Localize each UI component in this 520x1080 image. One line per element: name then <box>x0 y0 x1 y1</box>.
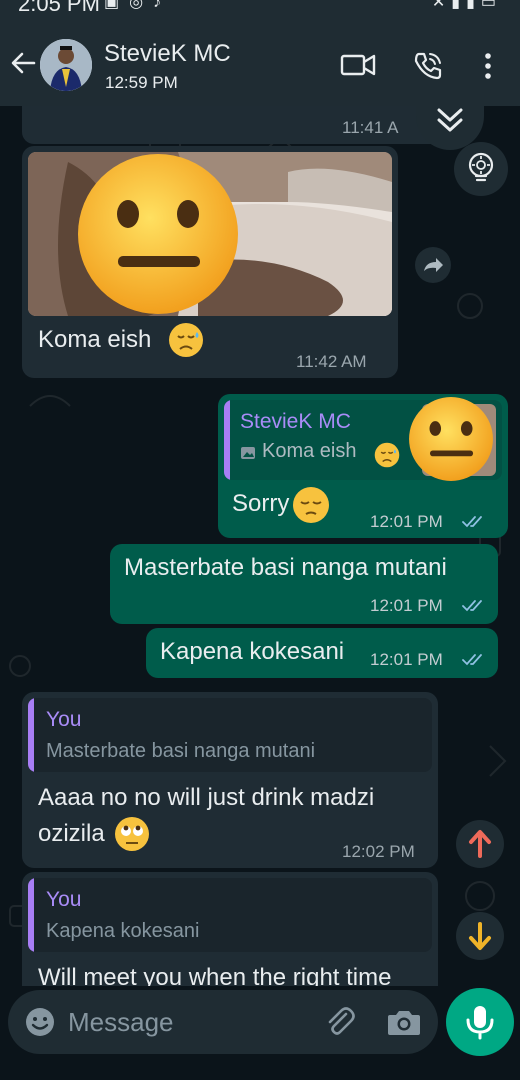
attach-icon[interactable] <box>322 1004 358 1040</box>
quote-author: You <box>46 888 82 911</box>
message-input-container[interactable] <box>8 990 438 1054</box>
status-notification-icons: ▣◎♪ <box>104 0 171 12</box>
read-receipt-icon <box>462 600 482 612</box>
arrow-up-icon <box>469 830 491 858</box>
message-bubble-incoming[interactable]: 11:41 A <box>22 106 444 144</box>
last-seen: 12:59 PM <box>105 73 178 92</box>
avatar[interactable] <box>40 39 92 91</box>
quote-accent-bar <box>28 698 34 772</box>
read-receipt-icon <box>462 516 482 528</box>
more-options-icon[interactable] <box>478 52 498 80</box>
battery-icon: ▭ <box>480 0 502 11</box>
quote-author: You <box>46 708 82 731</box>
back-arrow-icon[interactable] <box>8 48 38 78</box>
ai-assistant-button[interactable] <box>454 142 508 196</box>
message-bubble-incoming[interactable]: You Masterbate basi nanga mutani Aaaa no… <box>22 692 438 868</box>
message-bubble-outgoing[interactable]: Kapena kokesani 12:01 PM <box>146 628 498 678</box>
lightbulb-icon <box>468 152 494 182</box>
message-time: 11:42 AM <box>296 352 367 371</box>
signal-icon: ▮ <box>451 0 467 11</box>
message-time: 12:01 PM <box>370 596 443 615</box>
message-text: Will meet you when the right time <box>38 964 392 986</box>
voice-call-icon[interactable] <box>412 50 444 82</box>
read-receipt-icon <box>462 654 482 666</box>
message-time: 11:41 A <box>342 118 399 137</box>
message-time: 12:01 PM <box>370 650 443 669</box>
chat-area[interactable]: 11:41 A Koma eish 11:42 AM StevieK MC Ko… <box>0 106 520 986</box>
mic-icon <box>466 1006 494 1040</box>
quote-author: StevieK MC <box>240 410 351 433</box>
message-text-line: ozizila <box>38 820 105 847</box>
quote-accent-bar <box>224 400 230 480</box>
arrow-down-icon <box>469 922 491 950</box>
status-time: 2:05 PM <box>18 0 100 16</box>
message-text: Sorry <box>232 490 290 517</box>
pensive-face-emoji <box>293 487 329 523</box>
reply-quote[interactable]: You Kapena kokesani <box>28 878 432 952</box>
messenger-icon: ◎ <box>129 0 154 11</box>
message-text: Kapena kokesani <box>160 638 345 665</box>
message-text-line: Aaaa no no will just drink madzi <box>38 784 375 811</box>
neutral-face-emoji <box>409 397 493 481</box>
quote-text: Koma eish <box>262 440 357 462</box>
voice-record-button[interactable] <box>446 988 514 1056</box>
signal-icon: ▮ <box>466 0 481 11</box>
face-with-rolling-eyes-emoji <box>115 817 149 851</box>
sad-relieved-face-emoji <box>169 323 203 357</box>
photo-icon <box>241 447 255 459</box>
scroll-up-button[interactable] <box>456 820 504 868</box>
message-text: Masterbate basi nanga mutani <box>124 554 447 581</box>
sad-relieved-face-emoji <box>374 442 400 468</box>
forward-icon[interactable] <box>414 246 452 284</box>
image-caption: Koma eish <box>38 326 152 353</box>
message-time: 12:01 PM <box>370 512 443 531</box>
message-bubble-outgoing[interactable]: Masterbate basi nanga mutani 12:01 PM <box>110 544 498 624</box>
reply-quote[interactable]: You Masterbate basi nanga mutani <box>28 698 432 772</box>
neutral-face-emoji <box>78 154 238 314</box>
chat-header: StevieK MC 12:59 PM <box>0 18 520 106</box>
tiktok-icon: ♪ <box>153 0 172 11</box>
status-system-icons: ✕▮▮▭ <box>432 0 502 12</box>
quote-text: Kapena kokesani <box>46 920 200 942</box>
video-call-icon[interactable] <box>340 52 376 78</box>
message-composer <box>0 986 520 1080</box>
mute-icon: ✕ <box>431 0 452 11</box>
quote-accent-bar <box>28 878 34 952</box>
message-input[interactable] <box>68 1002 308 1042</box>
emoji-icon[interactable] <box>24 1006 56 1038</box>
scroll-down-button[interactable] <box>456 912 504 960</box>
avatar-image <box>40 39 92 91</box>
message-bubble-incoming[interactable]: You Kapena kokesani Will meet you when t… <box>22 872 438 986</box>
status-bar: 2:05 PM ▣◎♪ ✕▮▮▭ <box>0 0 520 18</box>
quote-text: Masterbate basi nanga mutani <box>46 740 316 762</box>
gallery-icon: ▣ <box>104 0 130 11</box>
camera-icon[interactable] <box>386 1006 422 1038</box>
message-time: 12:02 PM <box>342 842 415 861</box>
contact-name[interactable]: StevieK MC <box>104 40 231 68</box>
